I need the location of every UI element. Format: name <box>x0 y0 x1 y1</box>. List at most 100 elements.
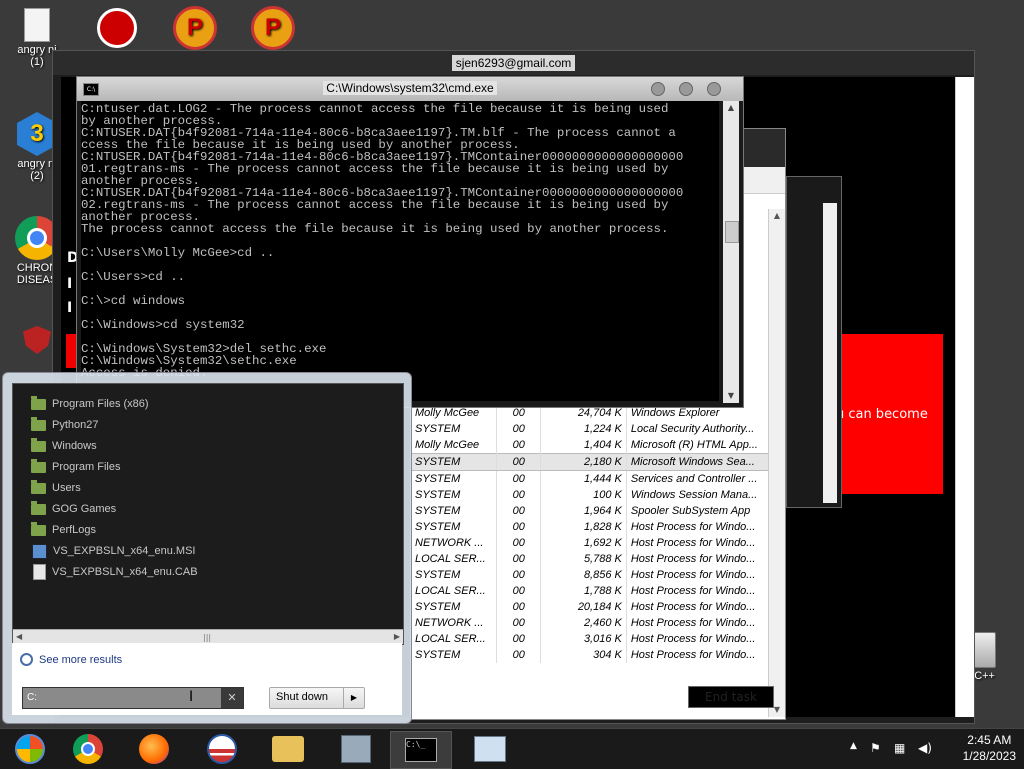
process-cpu-cell: 00 <box>496 647 542 663</box>
table-row[interactable]: NETWORK ... 00 2,460 K Host Process for Win… <box>411 615 776 631</box>
search-result-label: PerfLogs <box>52 524 97 536</box>
cmd-scrollbar[interactable]: ▲ ▼ <box>723 101 739 403</box>
search-result-item[interactable]: Program Files <box>31 457 120 477</box>
search-result-item[interactable]: Python27 <box>31 415 98 435</box>
taskbar-control-panel[interactable] <box>326 731 386 767</box>
system-clock[interactable]: 2:45 AM 1/28/2023 <box>963 732 1016 764</box>
taskbar-ie[interactable] <box>192 731 252 767</box>
action-center-flag-icon[interactable]: ⚑ <box>870 741 881 755</box>
clear-search-icon[interactable]: ✕ <box>221 688 243 708</box>
cmd-titlebar[interactable]: C:\ C:\Windows\system32\cmd.exe <box>77 77 743 101</box>
search-result-item[interactable]: GOG Games <box>31 499 116 519</box>
search-result-item[interactable]: Windows <box>31 436 97 456</box>
process-desc-cell: Host Process for Windo... <box>626 599 776 615</box>
background-text-letter: I <box>67 276 73 292</box>
minimize-button[interactable] <box>651 82 665 96</box>
process-user-cell: SYSTEM <box>411 470 498 487</box>
task-manager-icon <box>474 736 506 762</box>
table-row[interactable]: LOCAL SER... 00 3,016 K Host Process for Wi… <box>411 631 776 647</box>
start-button[interactable] <box>0 731 60 767</box>
start-search-box[interactable]: ✕ <box>22 687 244 709</box>
process-desc-cell: Host Process for Windo... <box>626 535 776 551</box>
start-menu: Program Files (x86) Python27 Windows Progra… <box>2 372 412 724</box>
table-row[interactable]: SYSTEM 00 1,444 K Services and Controller .… <box>411 470 776 487</box>
process-mem-cell: 20,184 K <box>540 599 627 615</box>
taskbar-task-manager[interactable] <box>460 731 520 767</box>
process-desc-cell: Local Security Authority... <box>626 421 776 437</box>
table-row[interactable]: SYSTEM 00 20,184 K Host Process for Windo..… <box>411 599 776 615</box>
process-mem-cell: 3,016 K <box>540 631 627 647</box>
scroll-right-icon[interactable]: ▶ <box>394 632 400 641</box>
process-mem-cell: 1,444 K <box>540 470 627 487</box>
process-desc-cell: Host Process for Windo... <box>626 519 776 535</box>
chrome-icon <box>73 734 103 764</box>
table-row[interactable]: SYSTEM 00 1,828 K Host Process for Windo... <box>411 519 776 535</box>
process-desc-cell: Host Process for Windo... <box>626 551 776 567</box>
shut-down-button[interactable]: Shut down ▶ <box>269 687 365 709</box>
table-row[interactable]: SYSTEM 00 8,856 K Host Process for Windo... <box>411 567 776 583</box>
search-result-item[interactable]: VS_EXPBSLN_x64_enu.CAB <box>31 562 198 582</box>
process-mem-cell: 2,180 K <box>540 453 627 471</box>
process-cpu-cell: 00 <box>496 551 542 567</box>
process-mem-cell: 8,856 K <box>540 567 627 583</box>
taskbar-chrome[interactable] <box>58 731 118 767</box>
search-result-item[interactable]: PerfLogs <box>31 520 96 540</box>
obama-logo-icon <box>207 734 237 764</box>
desktop-icon-p-app-1[interactable]: P <box>160 6 230 52</box>
process-table-scrollbar[interactable]: ▲ ▼ <box>768 209 785 717</box>
scroll-up-icon[interactable]: ▲ <box>726 103 736 113</box>
shut-down-options-arrow-icon[interactable]: ▶ <box>343 688 364 708</box>
taskbar-firefox[interactable] <box>124 731 184 767</box>
table-row[interactable]: LOCAL SER... 00 5,788 K Host Process for Wi… <box>411 551 776 567</box>
search-results-list: Program Files (x86) Python27 Windows Progra… <box>12 383 404 645</box>
table-row[interactable]: SYSTEM 00 1,224 K Local Security Authority.… <box>411 421 776 437</box>
taskbar-explorer[interactable] <box>258 731 318 767</box>
cmd-console[interactable]: C:ntuser.dat.LOG2 - The process cannot a… <box>81 101 719 401</box>
background-window-titlebar[interactable]: sjen6293@gmail.com <box>53 51 974 75</box>
folder-icon <box>272 736 304 762</box>
background-window-scrollbar[interactable] <box>955 77 974 717</box>
scroll-down-icon[interactable]: ▼ <box>726 391 736 401</box>
cmd-window[interactable]: C:\ C:\Windows\system32\cmd.exe C:ntuser… <box>76 76 744 408</box>
maximize-button[interactable] <box>679 82 693 96</box>
start-menu-lower: See more results ✕ I Shut down ▶ <box>12 643 402 715</box>
small-window-scrollbar[interactable] <box>823 203 837 503</box>
table-row[interactable]: LOCAL SER... 00 1,788 K Host Process for Wi… <box>411 583 776 599</box>
table-row[interactable]: Molly McGee 00 1,404 K Microsoft (R) HTML A… <box>411 437 776 454</box>
cmd-icon: C:\_ <box>405 738 437 762</box>
search-result-item[interactable]: VS_EXPBSLN_x64_enu.MSI <box>31 541 195 561</box>
scroll-up-icon[interactable]: ▲ <box>772 211 782 221</box>
clock-time: 2:45 AM <box>967 733 1012 747</box>
taskbar-cmd[interactable]: C:\_ <box>390 731 452 769</box>
search-result-item[interactable]: Users <box>31 478 81 498</box>
process-user-cell: LOCAL SER... <box>411 631 498 647</box>
horizontal-scrollbar[interactable]: ◀ ||| ▶ <box>13 629 403 644</box>
network-icon[interactable]: ▦ <box>894 741 905 755</box>
search-result-item[interactable]: Program Files (x86) <box>31 394 149 414</box>
scrollbar-thumb[interactable]: ||| <box>203 633 211 642</box>
desktop-icon-p-app-2[interactable]: P <box>238 6 308 52</box>
volume-icon[interactable]: ◀) <box>918 741 932 755</box>
table-row[interactable]: SYSTEM 00 1,964 K Spooler SubSystem App <box>411 503 776 519</box>
close-button[interactable] <box>707 82 721 96</box>
folder-icon <box>31 521 46 536</box>
background-text-letter: I <box>67 300 73 316</box>
desktop-icon-radiation[interactable] <box>82 8 152 50</box>
end-task-button[interactable]: End task <box>688 686 774 708</box>
table-row[interactable]: SYSTEM 00 100 K Windows Session Mana... <box>411 487 776 503</box>
scrollbar-thumb[interactable] <box>725 221 739 243</box>
small-window[interactable] <box>786 176 842 508</box>
show-hidden-icons-arrow-icon[interactable]: ▲ <box>850 741 857 751</box>
scroll-left-icon[interactable]: ◀ <box>16 632 22 641</box>
table-row[interactable]: SYSTEM 00 304 K Host Process for Windo... <box>411 647 776 663</box>
radiation-icon <box>97 8 137 48</box>
see-more-results-link[interactable]: See more results <box>20 653 122 666</box>
table-row[interactable]: SYSTEM 00 2,180 K Microsoft Windows Sea... <box>411 453 776 471</box>
search-result-label: Python27 <box>52 419 99 431</box>
process-desc-cell: Windows Session Mana... <box>626 487 776 503</box>
table-row[interactable]: NETWORK ... 00 1,692 K Host Process for Win… <box>411 535 776 551</box>
shield-icon <box>23 326 51 354</box>
process-desc-cell: Host Process for Windo... <box>626 647 776 663</box>
process-desc-cell: Host Process for Windo... <box>626 583 776 599</box>
shut-down-label: Shut down <box>276 691 328 703</box>
